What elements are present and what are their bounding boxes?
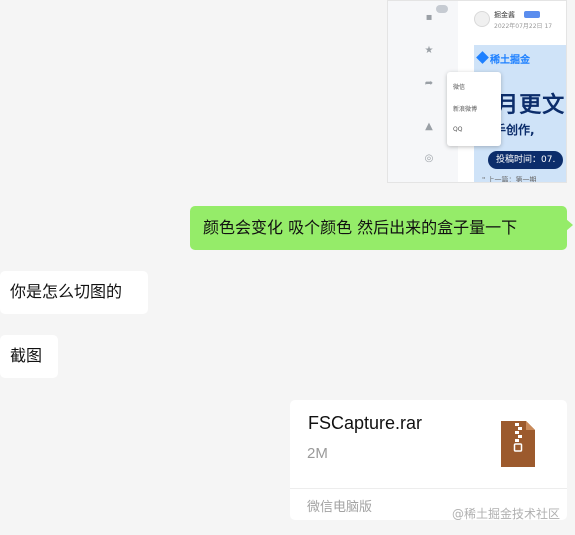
share-option-weibo: 新浪微博 xyxy=(453,106,478,113)
file-source-label: 微信电脑版 xyxy=(307,500,373,515)
message-text: 颜色会变化 吸个颜色 然后出来的盒子量一下 xyxy=(203,218,518,237)
comment-count-badge xyxy=(436,5,448,13)
file-message-card[interactable]: FSCapture.rar 2M 微信电脑版 xyxy=(290,400,567,520)
banner-deadline: 投稿时间：07. xyxy=(488,151,564,169)
message-bubble-incoming[interactable]: 截图 xyxy=(0,335,58,378)
share-icon: ➦ xyxy=(424,78,434,89)
author-avatar xyxy=(474,11,490,27)
message-text: 截图 xyxy=(10,346,43,365)
share-popup: 微信 新浪微博 QQ xyxy=(447,72,501,146)
author-level-badge xyxy=(524,11,540,18)
report-icon: ▲ xyxy=(425,121,433,132)
shared-image-message[interactable]: ▪ ★ ➦ ▲ ◎ 掘金酱 2022年07月22日 17 稀土掘金 8月更文 精… xyxy=(387,0,567,183)
message-text: 你是怎么切图的 xyxy=(10,282,123,301)
share-option-qq: QQ xyxy=(453,126,463,133)
post-date: 2022年07月22日 17 xyxy=(494,23,553,30)
zip-archive-icon xyxy=(501,421,535,467)
banner-quote: " 上一篇：第一期 xyxy=(482,176,537,183)
message-bubble-incoming[interactable]: 你是怎么切图的 xyxy=(0,271,148,314)
message-bubble-outgoing[interactable]: 颜色会变化 吸个颜色 然后出来的盒子量一下 xyxy=(190,206,573,250)
juejin-logo-icon xyxy=(476,51,489,64)
share-option-wechat: 微信 xyxy=(453,84,466,91)
watermark: @稀土掘金技术社区 xyxy=(452,507,561,521)
bubble-tail xyxy=(566,219,573,231)
star-icon: ★ xyxy=(424,45,434,56)
brand-name: 稀土掘金 xyxy=(490,55,530,66)
card-divider xyxy=(290,488,567,489)
file-size: 2M xyxy=(307,445,328,462)
author-name: 掘金酱 xyxy=(494,11,515,19)
file-name: FSCapture.rar xyxy=(308,413,423,433)
fullscreen-icon: ◎ xyxy=(424,153,434,164)
comment-icon: ▪ xyxy=(425,12,433,23)
